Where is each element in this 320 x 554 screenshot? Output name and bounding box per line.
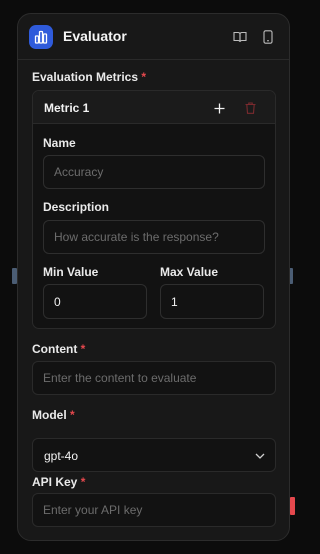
- max-value-input[interactable]: [160, 284, 264, 319]
- metric-description-input[interactable]: [43, 220, 265, 254]
- docs-book-icon[interactable]: [232, 29, 248, 45]
- required-asterisk: *: [70, 408, 75, 422]
- api-key-label: API Key *: [32, 475, 85, 489]
- content-label-text: Content: [32, 342, 78, 356]
- model-label-text: Model: [32, 408, 67, 422]
- model-selected-value: gpt-4o: [44, 449, 79, 463]
- required-asterisk: *: [80, 475, 86, 489]
- node-title: Evaluator: [63, 28, 127, 44]
- metric-card: Metric 1 Name Description Min Value Max …: [32, 90, 276, 329]
- node-header: Evaluator: [18, 14, 289, 60]
- evaluator-node-card: Evaluator Evaluation Metrics * Metric 1: [17, 13, 290, 541]
- api-key-connection-handle[interactable]: [290, 497, 295, 515]
- content-label: Content *: [32, 342, 85, 356]
- add-metric-plus-icon[interactable]: [211, 100, 227, 116]
- model-label: Model *: [32, 408, 75, 422]
- api-key-input[interactable]: [32, 493, 276, 527]
- required-asterisk: *: [141, 70, 147, 84]
- metric-description-label: Description: [43, 200, 110, 214]
- min-value-input[interactable]: [43, 284, 147, 319]
- metric-name-label: Name: [43, 136, 76, 150]
- model-select[interactable]: gpt-4o: [32, 438, 276, 472]
- metric-name-input[interactable]: [43, 155, 265, 189]
- evaluator-chart-icon: [29, 25, 53, 49]
- mobile-preview-icon[interactable]: [260, 29, 276, 45]
- api-key-label-text: API Key: [32, 475, 78, 489]
- delete-metric-trash-icon[interactable]: [242, 100, 258, 116]
- chevron-down-icon: [254, 450, 266, 462]
- metric-header: Metric 1: [33, 91, 275, 124]
- evaluation-metrics-label-text: Evaluation Metrics: [32, 70, 139, 84]
- metric-title: Metric 1: [44, 101, 90, 115]
- required-asterisk: *: [80, 342, 86, 356]
- content-input[interactable]: [32, 361, 276, 395]
- max-value-label: Max Value: [160, 265, 219, 279]
- evaluation-metrics-label: Evaluation Metrics *: [32, 70, 146, 84]
- min-value-label: Min Value: [43, 265, 99, 279]
